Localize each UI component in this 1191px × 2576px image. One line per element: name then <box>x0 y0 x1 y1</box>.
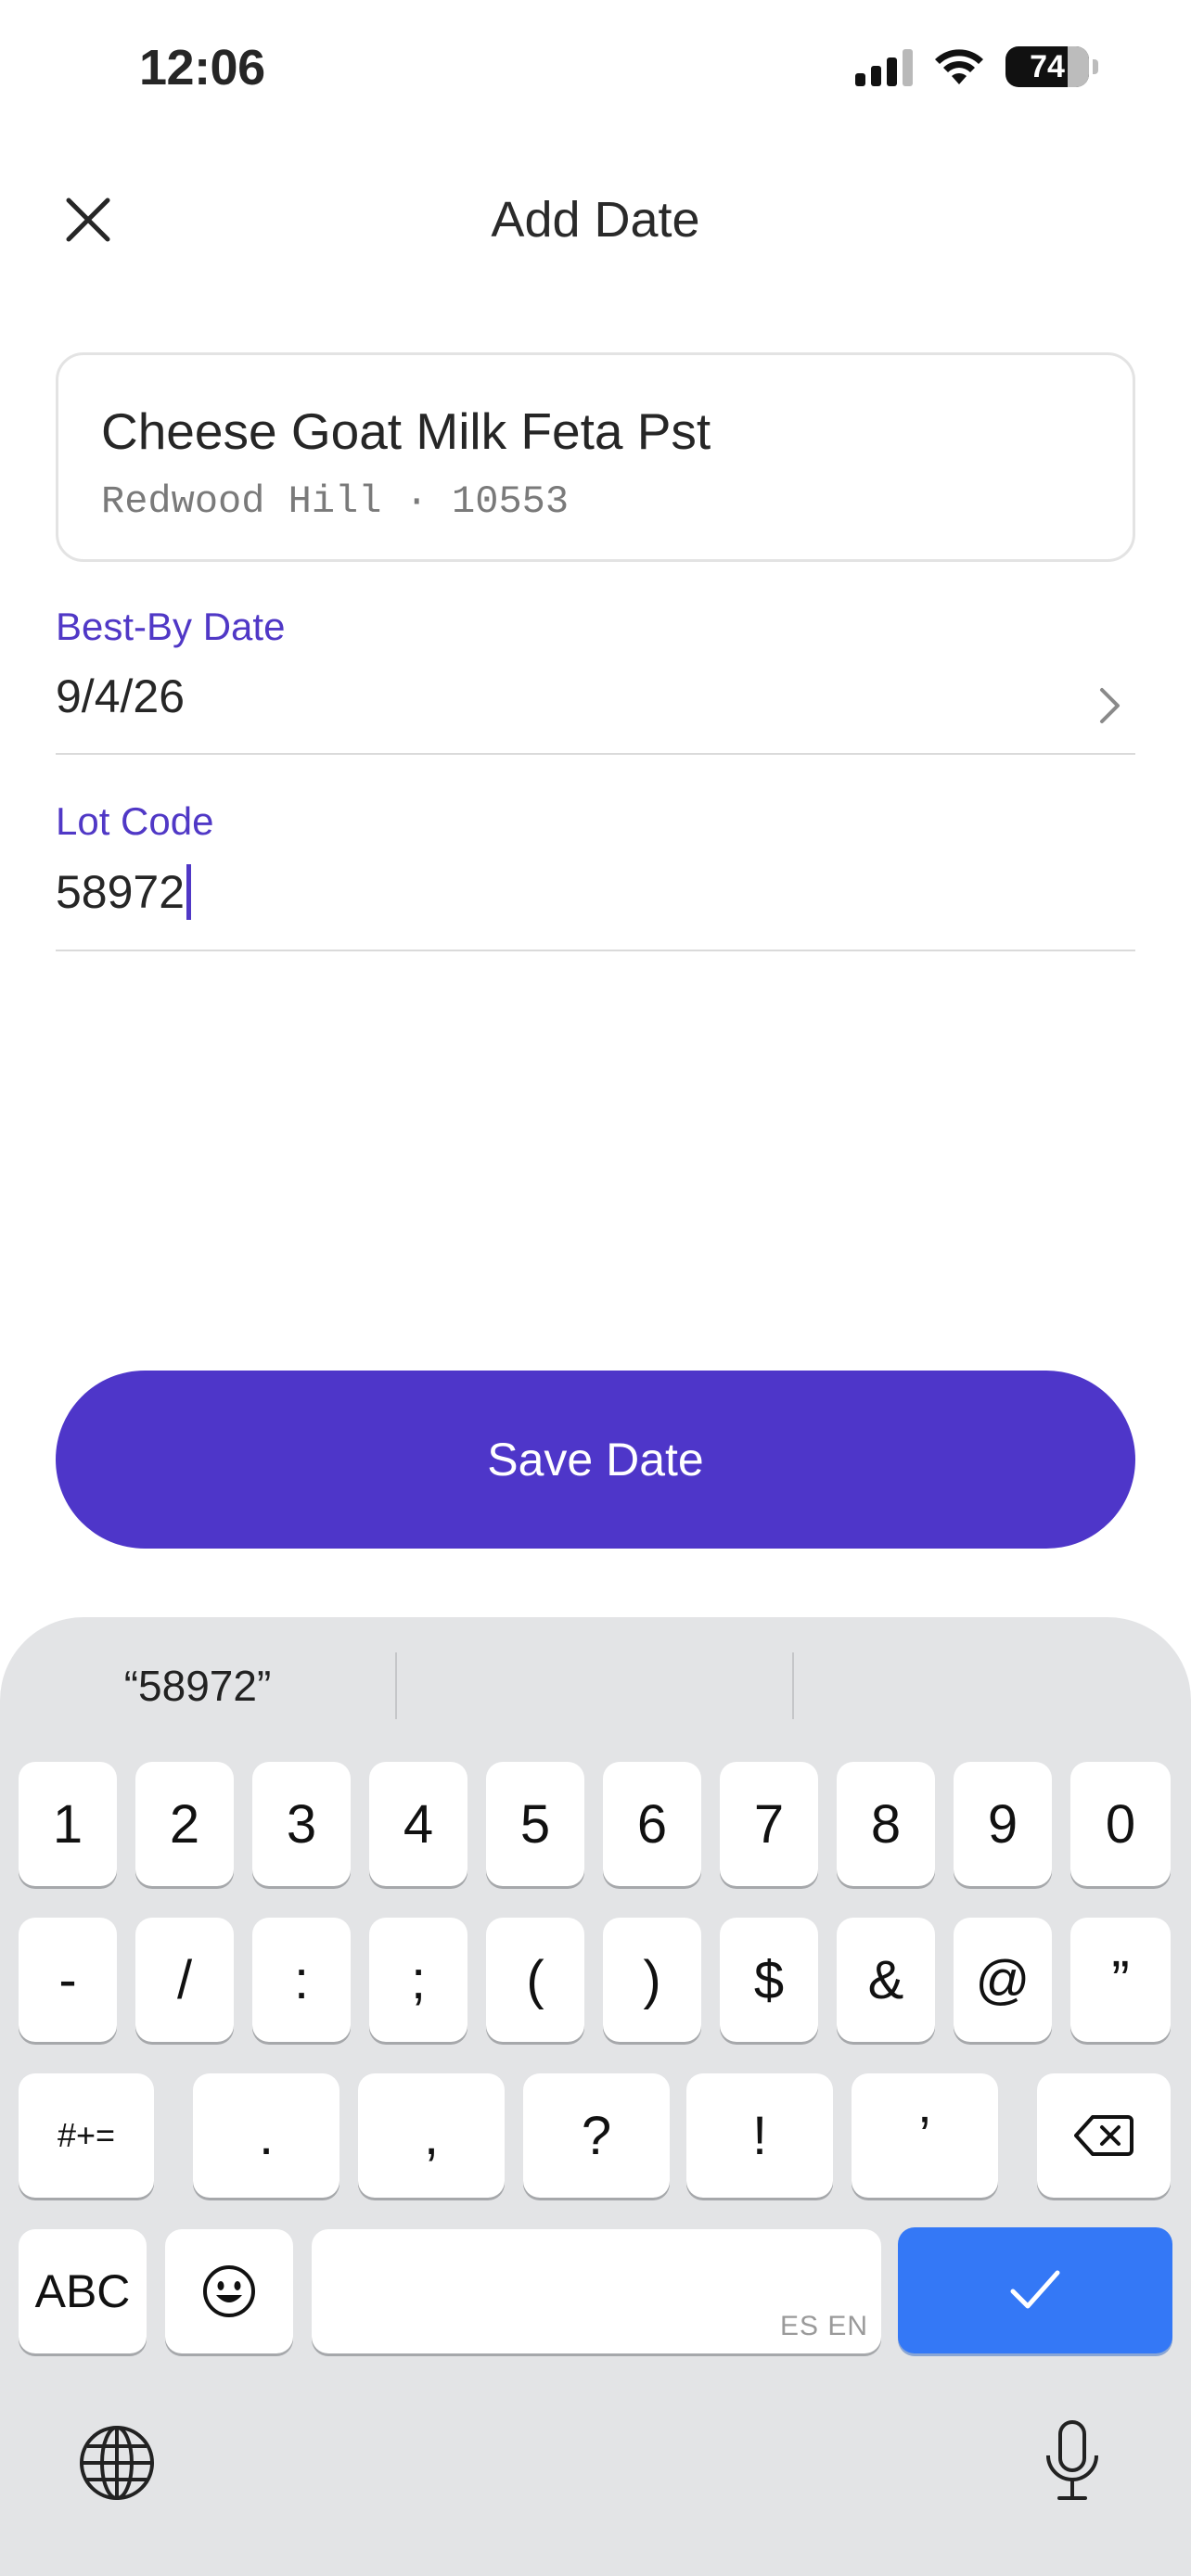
backspace-icon <box>1074 2115 1133 2156</box>
space-language-label: ES EN <box>779 2311 868 2341</box>
best-by-date-field[interactable]: Best-By Date 9/4/26 <box>56 605 1135 755</box>
suggestion-1[interactable]: “58972” <box>0 1651 395 1721</box>
product-name: Cheese Goat Milk Feta Pst <box>101 402 711 460</box>
key-at[interactable]: @ <box>954 1918 1052 2042</box>
key-6[interactable]: 6 <box>603 1762 701 1886</box>
battery-nub <box>1093 59 1098 74</box>
chevron-right-icon <box>1100 688 1120 723</box>
save-date-button[interactable]: Save Date <box>56 1371 1135 1549</box>
globe-icon[interactable] <box>78 2424 156 2502</box>
lot-code-label: Lot Code <box>56 799 214 843</box>
key-symbols-shift[interactable]: #+= <box>19 2073 154 2198</box>
key-ampersand[interactable]: & <box>837 1918 935 2042</box>
key-open-paren[interactable]: ( <box>486 1918 584 2042</box>
backspace-key[interactable] <box>1037 2073 1171 2198</box>
key-8[interactable]: 8 <box>837 1762 935 1886</box>
key-quote[interactable]: ” <box>1070 1918 1171 2042</box>
key-question[interactable]: ? <box>523 2073 670 2198</box>
checkmark-icon <box>1010 2270 1060 2309</box>
product-subtitle: Redwood Hill · 10553 <box>101 479 570 524</box>
key-0[interactable]: 0 <box>1070 1762 1171 1886</box>
keyboard: “58972” 1 2 3 4 5 6 7 8 9 0 - / : ; ( ) … <box>0 1617 1191 2576</box>
wifi-icon <box>935 49 983 84</box>
key-slash[interactable]: / <box>135 1918 234 2042</box>
key-3[interactable]: 3 <box>252 1762 351 1886</box>
microphone-icon[interactable] <box>1043 2418 1102 2504</box>
key-5[interactable]: 5 <box>486 1762 584 1886</box>
key-hyphen[interactable]: - <box>19 1918 117 2042</box>
abc-key[interactable]: ABC <box>19 2229 147 2353</box>
status-time: 12:06 <box>139 40 265 96</box>
suggestion-2[interactable] <box>397 1651 792 1721</box>
lot-code-input[interactable]: 58972 <box>56 864 1135 920</box>
key-period[interactable]: . <box>193 2073 339 2198</box>
key-2[interactable]: 2 <box>135 1762 234 1886</box>
key-comma[interactable]: , <box>358 2073 505 2198</box>
status-icons: 74 <box>855 46 1098 87</box>
key-1[interactable]: 1 <box>19 1762 117 1886</box>
suggestion-3[interactable] <box>794 1651 1191 1721</box>
key-close-paren[interactable]: ) <box>603 1918 701 2042</box>
key-4[interactable]: 4 <box>369 1762 467 1886</box>
lot-code-value: 58972 <box>56 866 186 918</box>
key-semicolon[interactable]: ; <box>369 1918 467 2042</box>
done-key[interactable] <box>898 2227 1172 2353</box>
keyboard-suggestions: “58972” <box>0 1651 1191 1721</box>
key-exclamation[interactable]: ! <box>686 2073 833 2198</box>
key-7[interactable]: 7 <box>720 1762 818 1886</box>
emoji-icon <box>203 2265 255 2317</box>
emoji-key[interactable] <box>165 2229 293 2353</box>
space-key[interactable]: ES EN <box>312 2229 881 2353</box>
best-by-date-value: 9/4/26 <box>56 670 186 722</box>
key-9[interactable]: 9 <box>954 1762 1052 1886</box>
key-colon[interactable]: : <box>252 1918 351 2042</box>
cellular-signal-icon <box>855 47 913 86</box>
page-title: Add Date <box>491 192 700 248</box>
battery-percent: 74 <box>1030 48 1065 84</box>
lot-code-field[interactable]: Lot Code 58972 <box>56 799 1135 951</box>
key-apostrophe[interactable]: ’ <box>852 2073 998 2198</box>
product-card: Cheese Goat Milk Feta Pst Redwood Hill ·… <box>56 352 1135 562</box>
battery-icon: 74 <box>1005 46 1089 87</box>
best-by-date-label: Best-By Date <box>56 605 286 648</box>
text-cursor <box>186 864 192 920</box>
key-dollar[interactable]: $ <box>720 1918 818 2042</box>
